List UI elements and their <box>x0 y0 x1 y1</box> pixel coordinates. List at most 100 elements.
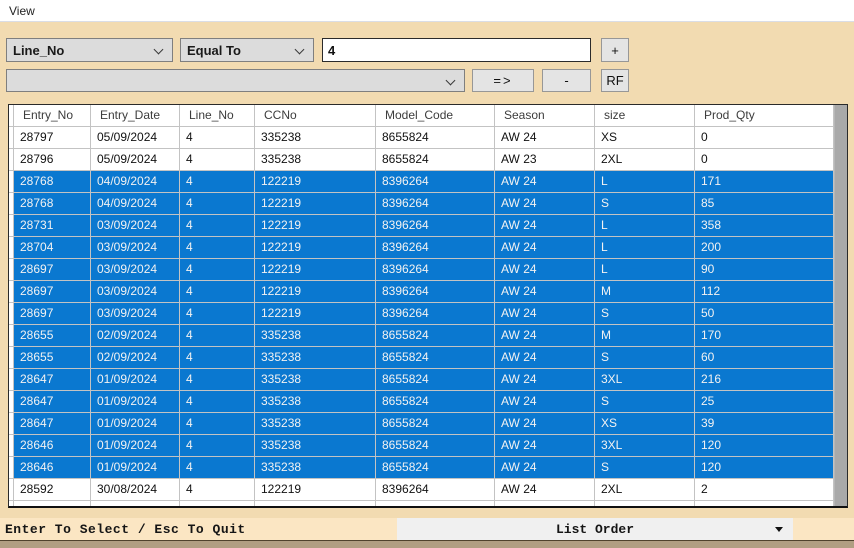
table-cell[interactable]: 4 <box>180 325 255 347</box>
table-cell[interactable]: 8655824 <box>376 347 495 369</box>
table-cell[interactable]: 4 <box>180 435 255 457</box>
table-cell[interactable]: 122219 <box>255 303 376 325</box>
table-cell[interactable]: 335238 <box>255 369 376 391</box>
table-row[interactable]: 2873103/09/202441222198396264AW 24L358 <box>9 215 834 237</box>
table-cell[interactable]: 4 <box>180 457 255 479</box>
table-cell[interactable]: 28797 <box>14 127 91 149</box>
table-cell[interactable]: 8655824 <box>376 435 495 457</box>
table-cell[interactable]: 8655824 <box>376 127 495 149</box>
add-condition-button[interactable]: + <box>601 38 629 62</box>
table-cell[interactable]: 8396264 <box>376 259 495 281</box>
table-row[interactable]: 2864701/09/202443352388655824AW 243XL216 <box>9 369 834 391</box>
table-cell[interactable]: 28592 <box>14 479 91 501</box>
table-cell[interactable]: AW 24 <box>495 391 595 413</box>
table-cell[interactable]: M <box>595 281 695 303</box>
list-order-select[interactable]: List Order <box>397 518 793 540</box>
table-cell[interactable]: 335238 <box>255 435 376 457</box>
table-cell[interactable]: 2 <box>695 479 834 501</box>
table-cell[interactable]: 4 <box>180 479 255 501</box>
table-cell[interactable]: 8655824 <box>376 391 495 413</box>
table-cell[interactable]: 8396264 <box>376 237 495 259</box>
table-row[interactable]: 2876804/09/202441222198396264AW 24S85 <box>9 193 834 215</box>
table-cell[interactable]: 122219 <box>255 237 376 259</box>
table-row[interactable]: 2864601/09/202443352388655824AW 24S120 <box>9 457 834 479</box>
table-cell[interactable]: AW 24 <box>495 347 595 369</box>
table-cell[interactable]: 28697 <box>14 259 91 281</box>
table-cell[interactable]: 05/09/2024 <box>91 127 180 149</box>
table-cell[interactable]: AW 24 <box>495 215 595 237</box>
table-cell[interactable]: 122219 <box>255 171 376 193</box>
table-cell[interactable]: 39 <box>695 413 834 435</box>
table-cell[interactable]: 28768 <box>14 171 91 193</box>
table-header-cell[interactable]: Entry_No <box>14 105 91 127</box>
table-cell[interactable]: 4 <box>180 215 255 237</box>
table-row[interactable]: 2879705/09/202443352388655824AW 24XS0 <box>9 127 834 149</box>
table-cell[interactable]: 50 <box>695 303 834 325</box>
table-cell[interactable]: 2XL <box>595 479 695 501</box>
table-cell[interactable]: 60 <box>695 347 834 369</box>
table-cell[interactable]: 122219 <box>255 479 376 501</box>
table-cell[interactable]: 4 <box>180 237 255 259</box>
table-cell[interactable]: 01/09/2024 <box>91 413 180 435</box>
table-cell[interactable]: 01/09/2024 <box>91 369 180 391</box>
table-cell[interactable]: 335238 <box>255 457 376 479</box>
table-cell[interactable]: 02/09/2024 <box>91 325 180 347</box>
table-row[interactable]: 2865502/09/202443352388655824AW 24S60 <box>9 347 834 369</box>
table-cell[interactable]: 335238 <box>255 413 376 435</box>
table-cell[interactable]: 0 <box>695 149 834 171</box>
table-cell[interactable]: 01/09/2024 <box>91 435 180 457</box>
table-cell[interactable]: 122219 <box>255 281 376 303</box>
table-cell[interactable]: 28697 <box>14 281 91 303</box>
table-cell[interactable]: 28647 <box>14 413 91 435</box>
table-cell[interactable]: AW 24 <box>495 369 595 391</box>
table-cell[interactable]: 8655824 <box>376 369 495 391</box>
table-cell[interactable]: S <box>595 347 695 369</box>
table-cell[interactable]: S <box>595 457 695 479</box>
table-cell[interactable]: 3XL <box>595 435 695 457</box>
table-cell[interactable]: AW 24 <box>495 237 595 259</box>
table-header-cell[interactable]: Line_No <box>180 105 255 127</box>
table-cell[interactable]: 120 <box>695 457 834 479</box>
table-cell[interactable]: AW 24 <box>495 127 595 149</box>
table-cell[interactable]: S <box>595 391 695 413</box>
table-cell[interactable]: 122219 <box>255 259 376 281</box>
table-cell[interactable]: 04/09/2024 <box>91 171 180 193</box>
table-cell[interactable]: 112 <box>695 281 834 303</box>
table-cell[interactable]: 85 <box>695 193 834 215</box>
table-row[interactable]: 2876804/09/202441222198396264AW 24L171 <box>9 171 834 193</box>
table-header-cell[interactable]: Entry_Date <box>91 105 180 127</box>
table-row[interactable]: 2859230/08/202441222198396264AW 242XL2 <box>9 479 834 501</box>
table-cell[interactable]: 4 <box>180 149 255 171</box>
table-cell[interactable]: 03/09/2024 <box>91 303 180 325</box>
table-header-cell[interactable]: Season <box>495 105 595 127</box>
table-cell[interactable]: 03/09/2024 <box>91 215 180 237</box>
table-cell[interactable]: 0 <box>695 127 834 149</box>
table-cell[interactable]: 2XL <box>595 149 695 171</box>
table-row[interactable]: 2870403/09/202441222198396264AW 24L200 <box>9 237 834 259</box>
table-cell[interactable]: 335238 <box>255 325 376 347</box>
table-cell[interactable]: 8396264 <box>376 303 495 325</box>
table-cell[interactable]: 335238 <box>255 347 376 369</box>
table-cell[interactable]: 8655824 <box>376 325 495 347</box>
table-cell[interactable]: 120 <box>695 435 834 457</box>
table-cell[interactable]: 4 <box>180 193 255 215</box>
table-cell[interactable]: 4 <box>180 171 255 193</box>
table-cell[interactable]: 28731 <box>14 215 91 237</box>
table-cell[interactable]: 8396264 <box>376 215 495 237</box>
table-cell[interactable]: 28768 <box>14 193 91 215</box>
table-cell[interactable]: 01/09/2024 <box>91 391 180 413</box>
table-cell[interactable]: AW 24 <box>495 479 595 501</box>
remove-condition-button[interactable]: - <box>542 69 591 92</box>
table-cell[interactable]: AW 24 <box>495 325 595 347</box>
table-cell[interactable]: 8655824 <box>376 149 495 171</box>
table-row[interactable]: 2879605/09/202443352388655824AW 232XL0 <box>9 149 834 171</box>
refresh-button[interactable]: RF <box>601 69 629 92</box>
table-cell[interactable]: 4 <box>180 281 255 303</box>
table-cell[interactable]: L <box>595 259 695 281</box>
table-header-cell[interactable]: Model_Code <box>376 105 495 127</box>
table-cell[interactable]: XS <box>595 127 695 149</box>
table-cell[interactable]: 03/09/2024 <box>91 281 180 303</box>
table-cell[interactable]: AW 24 <box>495 457 595 479</box>
table-cell[interactable]: 171 <box>695 171 834 193</box>
table-cell[interactable]: AW 24 <box>495 281 595 303</box>
